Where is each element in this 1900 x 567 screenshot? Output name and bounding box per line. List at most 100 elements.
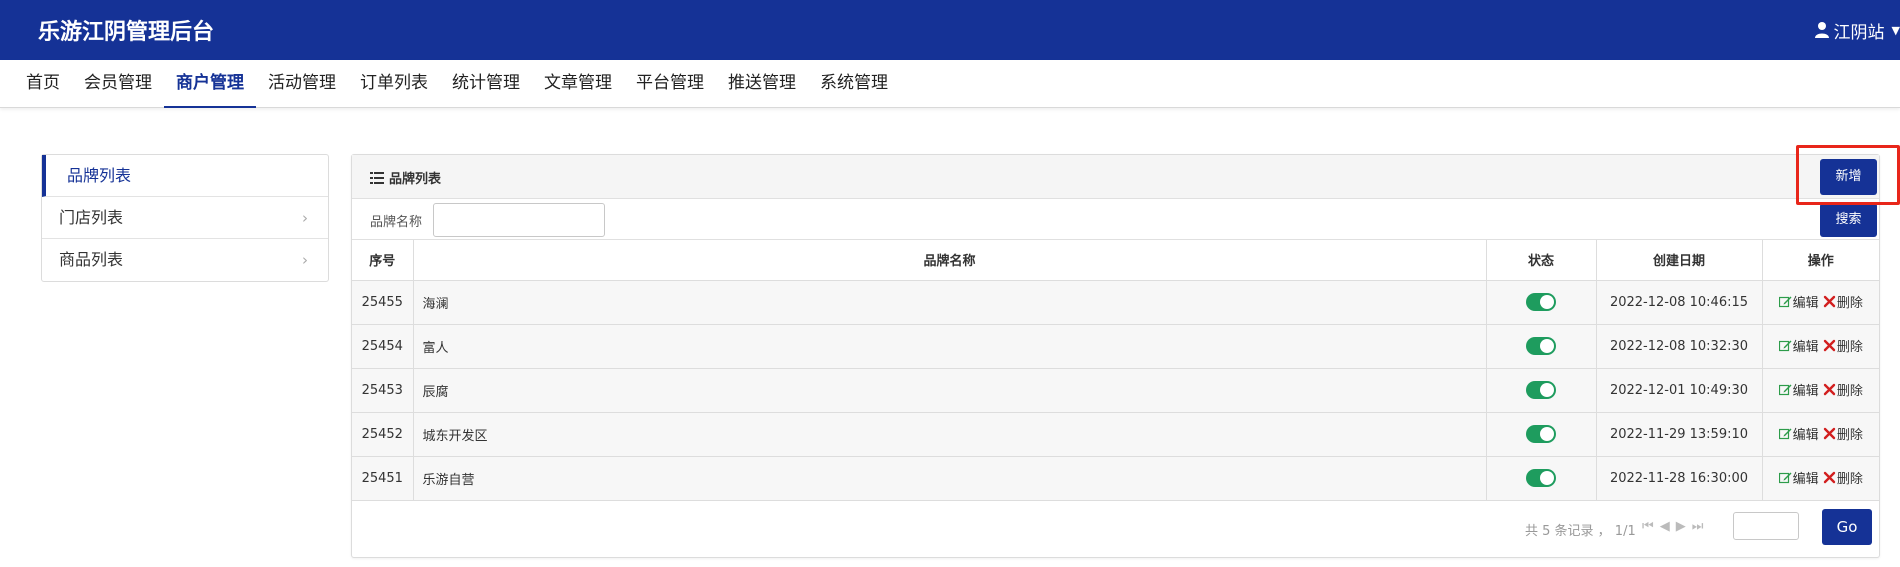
table-header-row: 序号 品牌名称 状态 创建日期 操作 [352,240,1879,281]
header-name: 品牌名称 [413,240,1487,281]
edit-icon [1778,428,1792,440]
cell-date: 2022-11-29 13:59:10 [1596,412,1763,457]
last-page-icon[interactable]: ⏭ [1692,519,1704,534]
toggle-knob [1540,339,1554,353]
nav-item-6[interactable]: 文章管理 [532,60,624,108]
user-icon [1814,22,1829,38]
pager-summary: 共 5 条记录 ， 1/1 [1525,524,1636,539]
delete-icon [1823,427,1836,440]
nav-item-2[interactable]: 商户管理 [164,60,256,108]
sidebar-item-label: 品牌列表 [67,166,132,185]
delete-link[interactable]: 删除 [1823,336,1863,355]
edit-icon [1778,384,1792,396]
edit-link[interactable]: 编辑 [1778,336,1819,355]
chevron-down-icon: ▼ [1891,23,1900,37]
cell-status [1486,412,1597,457]
header-date: 创建日期 [1596,240,1763,281]
status-toggle[interactable] [1526,425,1556,443]
pager-controls: ⏮ ◀ ▶ ⏭ [1642,519,1703,534]
go-button[interactable]: Go [1822,509,1872,545]
cell-date: 2022-12-08 10:32:30 [1596,324,1763,369]
delete-link[interactable]: 删除 [1823,424,1863,443]
brand-name-search-input[interactable] [433,203,605,237]
cell-id: 25452 [352,412,414,457]
sidebar-item-label: 商品列表 [59,250,124,269]
nav-item-5[interactable]: 统计管理 [440,60,532,108]
user-menu[interactable]: 江阴站 ▼ [1814,17,1900,43]
next-page-icon[interactable]: ▶ [1676,519,1686,534]
nav-item-9[interactable]: 系统管理 [808,60,900,108]
delete-icon [1823,383,1836,396]
table-row: 25454 富人 2022-12-08 10:32:30 编辑 删除 [352,324,1879,369]
delete-link[interactable]: 删除 [1823,380,1863,399]
delete-link[interactable]: 删除 [1823,468,1863,487]
cell-date: 2022-12-01 10:49:30 [1596,368,1763,413]
edit-link[interactable]: 编辑 [1778,468,1819,487]
status-toggle[interactable] [1526,469,1556,487]
list-icon [370,171,384,184]
nav-item-7[interactable]: 平台管理 [624,60,716,108]
delete-link[interactable]: 删除 [1823,292,1863,311]
edit-link[interactable]: 编辑 [1778,380,1819,399]
search-button[interactable]: 搜索 [1820,203,1877,237]
cell-name: 城东开发区 [413,412,1487,457]
panel-header: 品牌列表 新增 [352,155,1879,199]
status-toggle[interactable] [1526,293,1556,311]
edit-label: 编辑 [1792,472,1819,487]
delete-label: 删除 [1836,472,1863,487]
sidebar-item-2[interactable]: 商品列表 › [42,239,328,281]
table-row: 25455 海澜 2022-12-08 10:46:15 编辑 删除 [352,280,1879,325]
search-row: 品牌名称 搜索 [352,199,1879,240]
main-nav: 首页 会员管理 商户管理 活动管理 订单列表 统计管理 文章管理 平台管理 推送管理 系统管理 [0,60,1900,108]
cell-ops: 编辑 删除 [1762,368,1879,413]
nav-item-4[interactable]: 订单列表 [348,60,440,108]
cell-id: 25455 [352,280,414,325]
header-ops: 操作 [1762,240,1879,281]
panel-title: 品牌列表 [370,168,441,187]
sidebar-item-label: 门店列表 [59,208,124,227]
cell-status [1486,324,1597,369]
edit-label: 编辑 [1792,428,1819,443]
cell-date: 2022-12-08 10:46:15 [1596,280,1763,325]
prev-page-icon[interactable]: ◀ [1660,519,1670,534]
nav-item-0[interactable]: 首页 [14,60,72,108]
status-toggle[interactable] [1526,337,1556,355]
cell-status [1486,368,1597,413]
cell-status [1486,456,1597,501]
delete-icon [1823,295,1836,308]
edit-icon [1778,472,1792,484]
cell-id: 25453 [352,368,414,413]
page-number-input[interactable] [1733,512,1799,540]
cell-name: 富人 [413,324,1487,369]
edit-link[interactable]: 编辑 [1778,292,1819,311]
user-name: 江阴站 [1833,22,1885,43]
delete-label: 删除 [1836,384,1863,399]
edit-link[interactable]: 编辑 [1778,424,1819,443]
cell-ops: 编辑 删除 [1762,280,1879,325]
side-menu: 品牌列表 门店列表 › 商品列表 › [41,154,329,282]
panel-title-text: 品牌列表 [389,172,442,187]
edit-label: 编辑 [1792,340,1819,355]
cell-name: 辰腐 [413,368,1487,413]
pagination: 共 5 条记录 ， 1/1 ⏮ ◀ ▶ ⏭ Go [352,500,1879,557]
toggle-knob [1540,295,1554,309]
nav-item-3[interactable]: 活动管理 [256,60,348,108]
top-header: 乐游江阴管理后台 江阴站 ▼ [0,0,1900,60]
chevron-right-icon: › [302,209,308,227]
status-toggle[interactable] [1526,381,1556,399]
table-row: 25452 城东开发区 2022-11-29 13:59:10 编辑 删除 [352,412,1879,457]
table-row: 25453 辰腐 2022-12-01 10:49:30 编辑 删除 [352,368,1879,413]
delete-icon [1823,339,1836,352]
highlight-box [1796,145,1900,205]
sidebar-item-1[interactable]: 门店列表 › [42,197,328,239]
toggle-knob [1540,383,1554,397]
toggle-knob [1540,427,1554,441]
sidebar-item-0[interactable]: 品牌列表 [42,155,328,197]
delete-label: 删除 [1836,340,1863,355]
delete-label: 删除 [1836,428,1863,443]
first-page-icon[interactable]: ⏮ [1642,519,1654,534]
edit-label: 编辑 [1792,384,1819,399]
nav-item-8[interactable]: 推送管理 [716,60,808,108]
nav-item-1[interactable]: 会员管理 [72,60,164,108]
cell-ops: 编辑 删除 [1762,324,1879,369]
